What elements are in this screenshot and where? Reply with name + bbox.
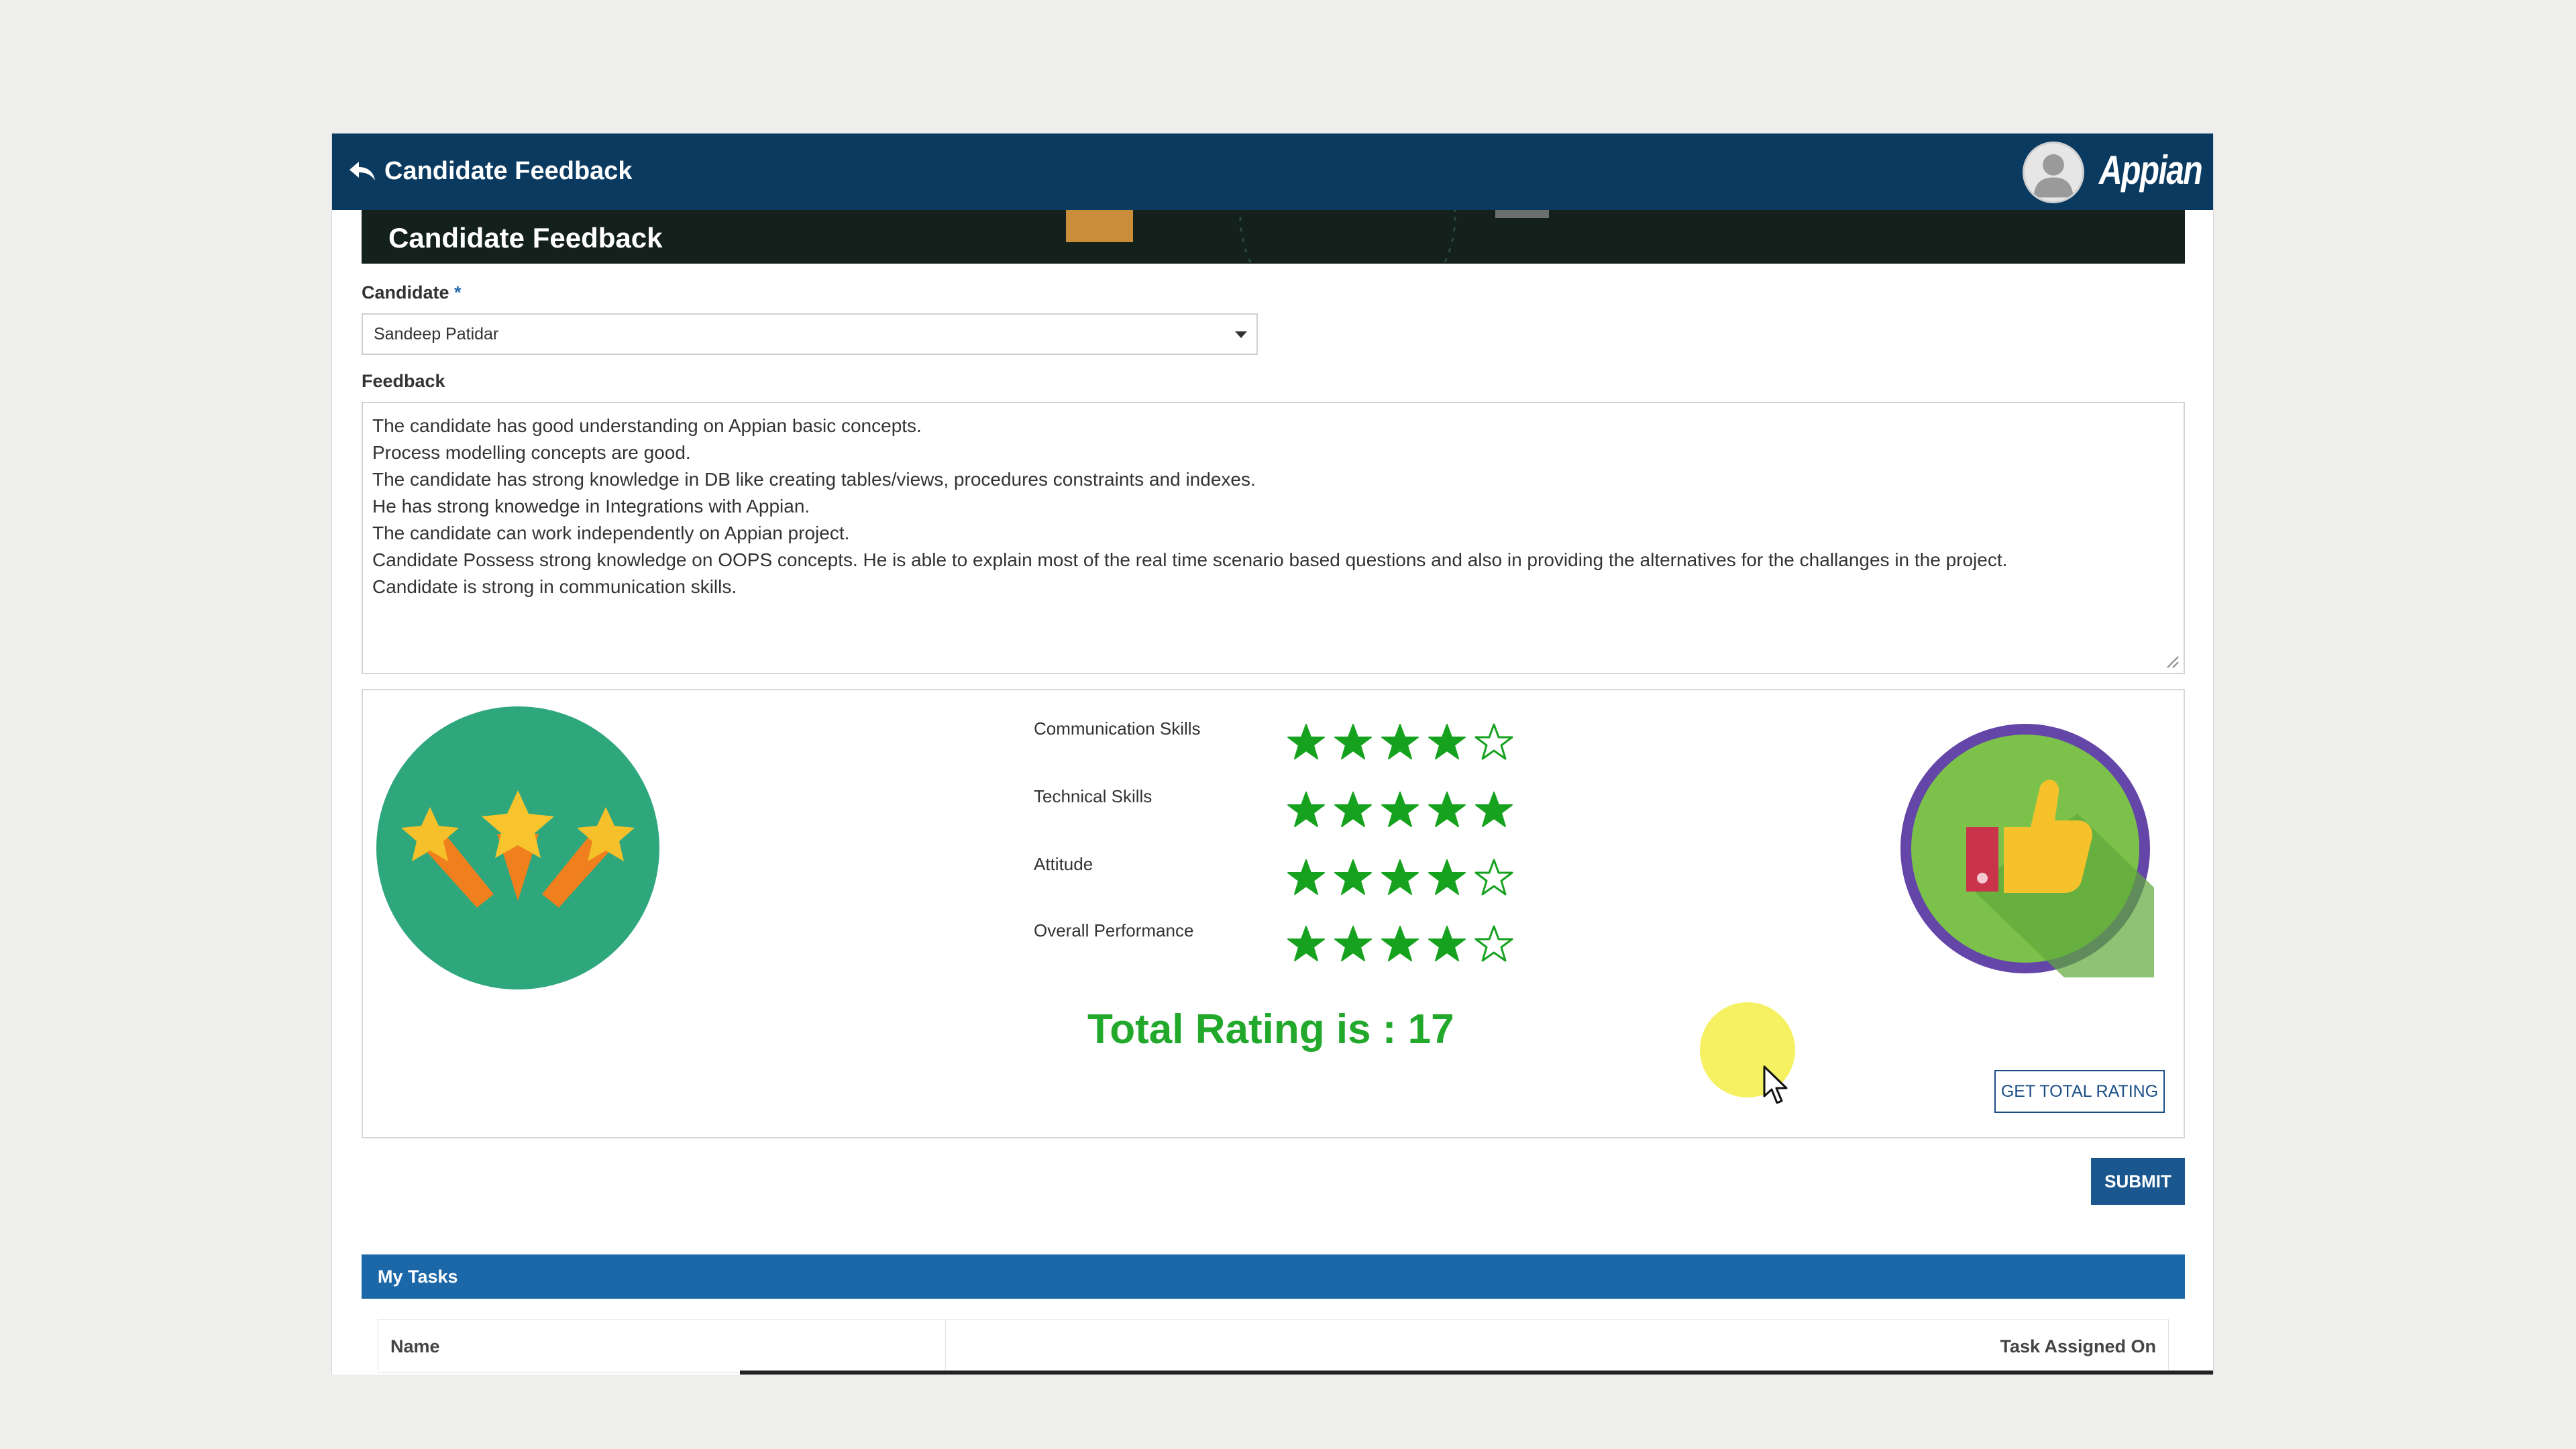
thumbs-up-badge-icon	[1900, 724, 2154, 977]
feedback-line: The candidate has strong knowledge in DB…	[372, 469, 1256, 490]
candidate-label-text: Candidate	[362, 282, 449, 303]
back-arrow-icon[interactable]	[345, 155, 379, 189]
star-filled-icon[interactable]	[1333, 858, 1373, 898]
feedback-line: Process modelling concepts are good.	[372, 442, 691, 463]
star-empty-icon[interactable]	[1474, 858, 1514, 898]
rating-panel: Communication Skills Technical Skills At…	[362, 689, 2185, 1138]
star-filled-icon[interactable]	[1286, 924, 1326, 965]
star-filled-icon[interactable]	[1427, 924, 1467, 965]
star-empty-icon[interactable]	[1474, 924, 1514, 965]
star-rating[interactable]	[1286, 790, 1521, 830]
candidate-select-value: Sandeep Patidar	[374, 325, 499, 343]
rating-row-attitude: Attitude	[1034, 850, 1638, 897]
star-rating[interactable]	[1286, 722, 1521, 763]
star-filled-icon[interactable]	[1427, 790, 1467, 830]
submit-button[interactable]: SUBMIT	[2091, 1158, 2185, 1205]
star-filled-icon[interactable]	[1286, 858, 1326, 898]
app-window: Candidate Feedback Appian Candidate Feed…	[331, 133, 2214, 1375]
candidate-label: Candidate *	[362, 282, 462, 303]
star-filled-icon[interactable]	[1380, 790, 1420, 830]
star-empty-icon[interactable]	[1474, 722, 1514, 763]
star-filled-icon[interactable]	[1380, 858, 1420, 898]
star-rating[interactable]	[1286, 858, 1521, 898]
star-rating[interactable]	[1286, 924, 1521, 965]
user-avatar-icon[interactable]	[2023, 142, 2084, 203]
star-filled-icon[interactable]	[1333, 722, 1373, 763]
feedback-line: He has strong knowedge in Integrations w…	[372, 496, 810, 517]
required-marker: *	[454, 282, 462, 303]
rating-label: Overall Performance	[1034, 920, 1194, 941]
resize-grip-icon[interactable]	[2163, 653, 2180, 669]
star-filled-icon[interactable]	[1427, 858, 1467, 898]
star-filled-icon[interactable]	[1380, 722, 1420, 763]
candidate-select[interactable]: Sandeep Patidar	[362, 313, 1258, 355]
feedback-label: Feedback	[362, 371, 445, 391]
star-filled-icon[interactable]	[1333, 790, 1373, 830]
my-tasks-panel: My Tasks Name Task Assigned On	[362, 1254, 2185, 1375]
my-tasks-header: My Tasks	[362, 1254, 2185, 1299]
column-header-task-assigned-on[interactable]: Task Assigned On	[2000, 1320, 2156, 1373]
page-title: Candidate Feedback	[384, 157, 633, 185]
total-rating-text: Total Rating is : 17	[1087, 1006, 1454, 1053]
star-filled-icon[interactable]	[1427, 722, 1467, 763]
get-total-rating-button[interactable]: GET TOTAL RATING	[1994, 1070, 2165, 1113]
rating-row-communication: Communication Skills	[1034, 714, 1638, 761]
rating-label: Communication Skills	[1034, 718, 1201, 739]
star-filled-icon[interactable]	[1333, 924, 1373, 965]
appian-logo: Appian	[2099, 148, 2203, 193]
star-filled-icon[interactable]	[1286, 790, 1326, 830]
rating-label: Attitude	[1034, 854, 1093, 874]
form-banner: Candidate Feedback	[362, 210, 2185, 264]
three-stars-badge-icon	[376, 706, 659, 989]
feedback-line: Candidate is strong in communication ski…	[372, 576, 737, 597]
rating-row-overall: Overall Performance	[1034, 916, 1638, 963]
mouse-cursor-icon	[1763, 1065, 1788, 1104]
tasks-table-header: Name Task Assigned On	[378, 1319, 2169, 1373]
star-filled-icon[interactable]	[1380, 924, 1420, 965]
banner-title: Candidate Feedback	[388, 222, 663, 254]
feedback-line: The candidate has good understanding on …	[372, 415, 922, 436]
top-bar: Candidate Feedback Appian	[332, 133, 2213, 210]
star-filled-icon[interactable]	[1474, 790, 1514, 830]
chevron-down-icon	[1235, 331, 1247, 338]
star-filled-icon[interactable]	[1286, 722, 1326, 763]
feedback-line: Candidate Possess strong knowledge on OO…	[372, 549, 2008, 570]
rating-label: Technical Skills	[1034, 786, 1152, 806]
column-header-name[interactable]: Name	[378, 1320, 946, 1373]
rating-row-technical: Technical Skills	[1034, 782, 1638, 829]
scroll-indicator	[740, 1371, 2213, 1375]
feedback-textarea[interactable]: The candidate has good understanding on …	[362, 402, 2185, 674]
feedback-line: The candidate can work independently on …	[372, 523, 850, 543]
